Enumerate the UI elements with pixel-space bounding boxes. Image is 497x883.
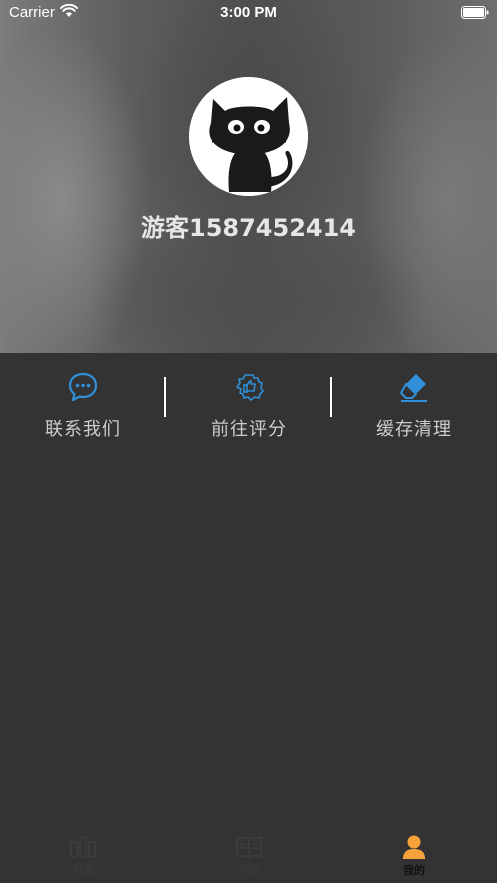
profile-header: Carrier 3:00 PM 游客1587452414	[0, 0, 497, 353]
clear-cache-label: 缓存清理	[376, 419, 452, 440]
chat-bubble-icon	[68, 372, 98, 402]
clear-cache-button[interactable]: 缓存清理	[331, 371, 497, 447]
bookshelf-icon	[70, 836, 96, 858]
tab-bookshelf[interactable]: 书架	[0, 826, 166, 883]
eraser-icon	[400, 374, 427, 402]
contact-us-label: 联系我们	[45, 419, 121, 440]
username: 游客1587452414	[141, 214, 356, 242]
contact-us-button[interactable]: 联系我们	[0, 371, 166, 447]
tab-bookstore-label: 书城	[238, 864, 260, 877]
tab-mine-label: 我的	[403, 864, 425, 877]
battery-icon	[461, 6, 489, 19]
status-bar: Carrier 3:00 PM	[0, 0, 497, 26]
tab-bar: 书架 书城 我的	[0, 826, 497, 883]
action-row: 联系我们 前往评分 缓存清理	[0, 353, 497, 453]
person-icon	[403, 835, 425, 859]
open-book-icon	[236, 837, 262, 859]
thumbs-up-icon	[236, 374, 264, 401]
avatar[interactable]	[189, 77, 308, 196]
tab-mine[interactable]: 我的	[331, 826, 497, 883]
status-time: 3:00 PM	[220, 4, 277, 21]
rate-app-label: 前往评分	[211, 419, 287, 440]
tab-bookstore[interactable]: 书城	[166, 826, 332, 883]
black-cat-avatar-icon	[189, 77, 308, 196]
tab-bookshelf-label: 书架	[72, 864, 94, 877]
rate-app-button[interactable]: 前往评分	[166, 371, 332, 447]
